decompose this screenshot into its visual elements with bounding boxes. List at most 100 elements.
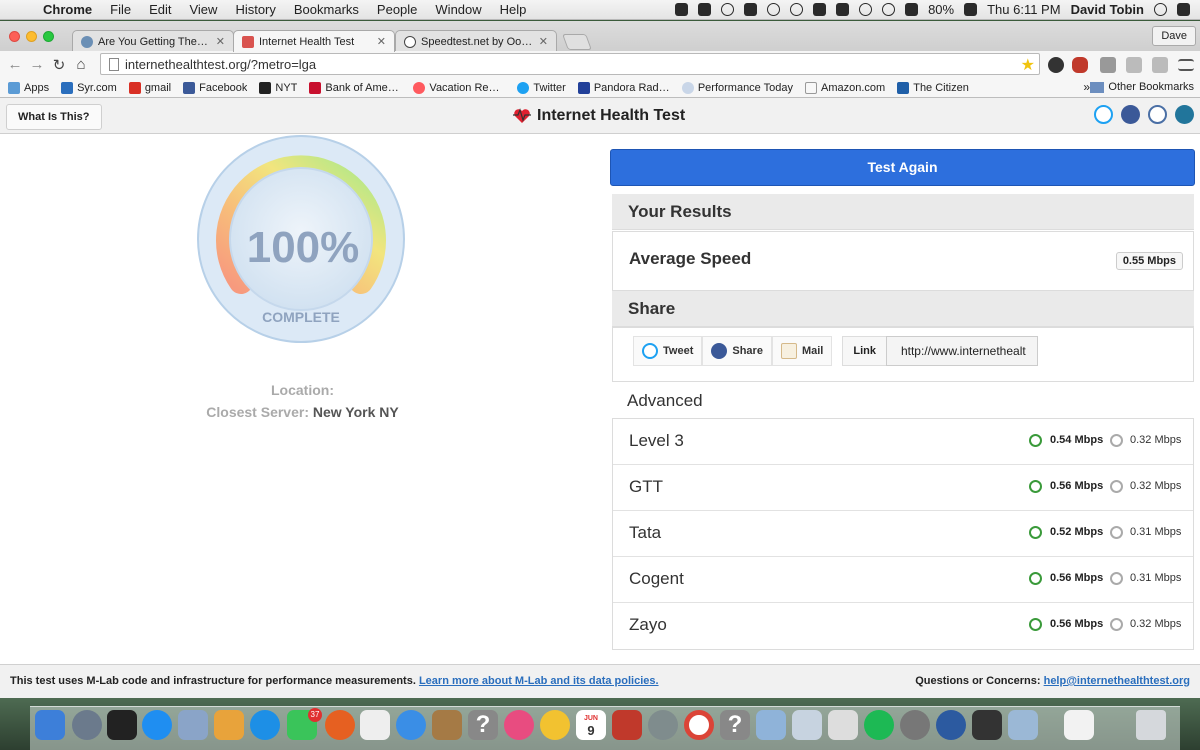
menu-history[interactable]: History [226,2,284,17]
bookmark-apps[interactable]: Apps [8,81,49,94]
menu-help[interactable]: Help [491,2,536,17]
tab-internet-health-test[interactable]: Internet Health Test ✕ [233,30,395,52]
menu-hamburger-icon[interactable] [1178,59,1194,71]
tab-article[interactable]: Are You Getting The Interne ✕ [72,30,234,52]
sa-app-icon[interactable] [936,710,966,740]
bookmark-pandora[interactable]: Pandora Radio - Listi [577,81,670,94]
contact-email-link[interactable]: help@internethealthtest.org [1044,675,1190,687]
bookmark-twitter[interactable]: Twitter [517,81,566,94]
finder-icon[interactable] [35,710,65,740]
drive-extension-icon[interactable] [1152,57,1168,73]
photos-icon[interactable] [540,710,570,740]
sync-status-icon[interactable] [721,3,735,16]
bookmark-vacation-rentals[interactable]: Vacation Rentals, Ho [413,81,505,94]
desktop-folder-icon[interactable] [1008,710,1038,740]
cpu-status-icon[interactable] [813,3,827,16]
dropbox-extension-icon[interactable] [1126,57,1142,73]
calendar-icon[interactable]: JUN 9 [576,710,606,740]
bookmark-facebook[interactable]: Facebook [183,81,247,94]
bookmark-bank-of-america[interactable]: Bank of America | Ho [309,81,401,94]
app-store-icon[interactable] [142,710,172,740]
owl-extension-icon[interactable] [1048,57,1064,73]
battery-icon[interactable] [964,3,978,16]
sublime-icon[interactable] [972,710,1002,740]
tools-extension-icon[interactable] [1100,57,1116,73]
notes-icon[interactable] [214,710,244,740]
address-bar[interactable]: internethealthtest.org/?metro=lga ★ [100,53,1040,75]
unknown-app-icon[interactable]: ? [468,710,498,740]
test-again-button[interactable]: Test Again [610,149,1195,186]
close-tab-icon[interactable]: ✕ [539,35,548,48]
notification-center-icon[interactable] [1177,3,1190,16]
wordpress-icon[interactable] [1175,105,1194,124]
back-arrow-icon[interactable]: ← [4,56,26,73]
bookmark-gmail[interactable]: gmail [128,81,171,94]
tweet-button[interactable]: Tweet [633,336,703,366]
chrome-icon[interactable] [684,710,714,740]
bookmark-the-citizen[interactable]: The Citizen [897,81,969,94]
reload-icon[interactable]: ↻ [48,56,70,74]
profile-button[interactable]: Dave [1152,26,1196,46]
time-machine-icon[interactable] [859,3,873,16]
mail-button[interactable]: Mail [771,336,833,366]
menu-clock[interactable]: Thu 6:11 PM [987,2,1060,17]
circle-status-icon[interactable] [767,3,781,16]
menu-people[interactable]: People [368,2,426,17]
dropbox-status-icon[interactable] [698,3,712,16]
sync-app-icon[interactable] [900,710,930,740]
tab-speedtest[interactable]: Speedtest.net by Ookla - T ✕ [395,30,557,52]
clock-status-icon[interactable] [790,3,804,16]
home-icon[interactable]: ⌂ [70,56,92,73]
menu-view[interactable]: View [180,2,226,17]
menu-file[interactable]: File [101,2,140,17]
spotlight-search-icon[interactable] [1154,3,1167,16]
battery-percent[interactable]: 80% [928,2,954,17]
what-is-this-button[interactable]: What Is This? [6,104,102,130]
bookmark-nyt[interactable]: NYT [259,81,297,94]
unknown-app-icon[interactable]: ? [720,710,750,740]
bookmark-star-icon[interactable]: ★ [1021,55,1035,75]
share-link-field[interactable]: http://www.internethealt [885,336,1038,366]
photo-booth-icon[interactable] [612,710,642,740]
preview-icon[interactable] [178,710,208,740]
close-tab-icon[interactable]: ✕ [216,35,225,48]
facebook-icon[interactable] [1121,105,1140,124]
reddit-icon[interactable] [1148,105,1167,124]
volume-icon[interactable] [905,3,919,16]
close-tab-icon[interactable]: ✕ [377,35,386,48]
forward-arrow-icon[interactable]: → [26,56,48,73]
bookmarks-overflow-button[interactable]: » [1083,80,1090,94]
app-status-icon[interactable] [744,3,758,16]
zoom-window-button[interactable] [43,31,54,42]
bookmark-syr[interactable]: Syr.com [61,81,117,94]
itunes-icon[interactable] [504,710,534,740]
transfer-icon[interactable] [792,710,822,740]
menu-edit[interactable]: Edit [140,2,180,17]
menu-app-name[interactable]: Chrome [34,2,101,17]
spotify-icon[interactable] [864,710,894,740]
bluetooth-icon[interactable] [836,3,850,16]
wifi-icon[interactable] [882,3,896,16]
new-tab-button[interactable] [562,34,592,50]
twitter-icon[interactable] [1094,105,1113,124]
launchpad-icon[interactable] [72,710,102,740]
safari-icon[interactable] [250,710,280,740]
couch-extension-icon[interactable] [1072,57,1088,73]
grid-app-icon[interactable] [360,710,390,740]
document-icon[interactable] [1064,710,1094,740]
printer-icon[interactable] [828,710,858,740]
bookmark-performance-today[interactable]: Performance Today [681,81,793,94]
menu-window[interactable]: Window [426,2,490,17]
minimize-window-button[interactable] [26,31,37,42]
system-preferences-icon[interactable] [648,710,678,740]
airmail-icon[interactable] [396,710,426,740]
contacts-icon[interactable] [432,710,462,740]
facebook-share-button[interactable]: Share [702,336,772,366]
menu-bookmarks[interactable]: Bookmarks [285,2,368,17]
mission-control-icon[interactable] [107,710,137,740]
image-capture-icon[interactable] [756,710,786,740]
firefox-icon[interactable] [325,710,355,740]
bookmark-amazon[interactable]: Amazon.com [805,81,885,94]
mlab-learn-more-link[interactable]: Learn more about M-Lab and its data poli… [419,675,659,687]
close-window-button[interactable] [9,31,20,42]
